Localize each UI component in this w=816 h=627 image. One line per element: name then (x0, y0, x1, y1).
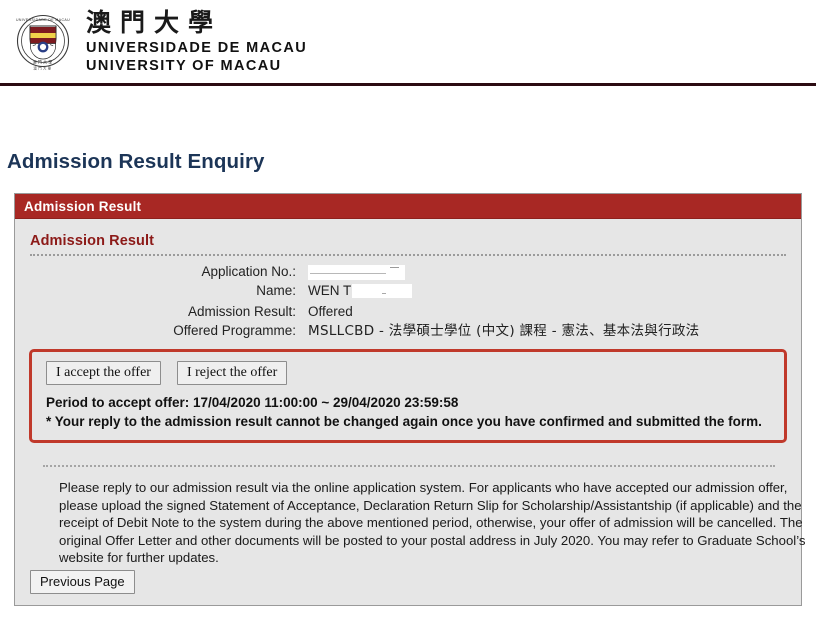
footer-actions: Previous Page (30, 570, 135, 594)
svg-text:UNIVERSIDADE DE MACAU: UNIVERSIDADE DE MACAU (16, 18, 70, 22)
reject-offer-button[interactable]: I reject the offer (176, 361, 288, 385)
field-value-admission-result: Offered (308, 304, 353, 319)
section-divider (43, 465, 775, 467)
section-title-wrap: Admission Result (30, 232, 786, 256)
offer-response-box: I accept the offer I reject the offer Pe… (29, 349, 787, 443)
field-label-admission-result: Admission Result: (187, 304, 296, 319)
field-value-name: WEN T (308, 282, 413, 300)
field-row-application-no: Application No.: (15, 263, 801, 281)
acceptance-period-text: Period to accept offer: 17/04/2020 11:00… (46, 395, 459, 410)
brand-text: 澳門大學 UNIVERSIDADE DE MACAU UNIVERSITY OF… (86, 10, 307, 73)
reply-warning-text: * Your reply to the admission result can… (46, 414, 762, 429)
field-label-application-no: Application No.: (201, 264, 296, 279)
brand-name-chinese: 澳門大學 (86, 8, 223, 37)
panel-header-label: Admission Result (24, 198, 142, 214)
admission-result-panel: Admission Result Admission Result Applic… (14, 193, 806, 606)
brand-name-english: UNIVERSITY OF MACAU (86, 57, 282, 74)
field-value-name-text: WEN T (308, 283, 352, 298)
field-value-offered-programme: MSLLCBD - 法學碩士學位 (中文) 課程 - 憲法、基本法與行政法 (308, 323, 700, 339)
offer-response-buttons: I accept the offer I reject the offer (46, 361, 774, 385)
panel-body: Admission Result Application No.: Name: … (15, 232, 806, 567)
site-banner: UNIVERSIDADE DE MACAU 澳門大學 澳門大學 澳門大學 UNI… (0, 0, 816, 86)
field-row-offered-programme: Offered Programme: MSLLCBD - 法學碩士學位 (中文)… (15, 322, 801, 340)
university-crest-icon: UNIVERSIDADE DE MACAU 澳門大學 澳門大學 (12, 11, 74, 73)
banner-inner: UNIVERSIDADE DE MACAU 澳門大學 澳門大學 澳門大學 UNI… (0, 0, 816, 73)
page-title: Admission Result Enquiry (7, 150, 265, 173)
redaction-mask-application-no (308, 264, 405, 280)
field-row-name: Name: WEN T (15, 282, 801, 300)
field-value-application-no (308, 263, 405, 281)
field-label-name: Name: (256, 283, 296, 298)
instructions-paragraph: Please reply to our admission result via… (59, 480, 806, 565)
panel-header: Admission Result (15, 194, 801, 219)
redaction-mask-name (352, 284, 413, 299)
field-label-offered-programme: Offered Programme: (173, 323, 296, 338)
field-list: Application No.: Name: WEN T Admission R… (15, 263, 801, 340)
svg-text:澳門大學: 澳門大學 (33, 65, 52, 70)
accept-offer-button[interactable]: I accept the offer (46, 361, 161, 385)
field-row-admission-result: Admission Result: Offered (15, 303, 801, 321)
svg-text:澳門大學: 澳門大學 (33, 58, 54, 64)
previous-page-button[interactable]: Previous Page (30, 570, 135, 594)
section-title: Admission Result (30, 233, 155, 249)
brand-name-portuguese: UNIVERSIDADE DE MACAU (86, 40, 308, 56)
